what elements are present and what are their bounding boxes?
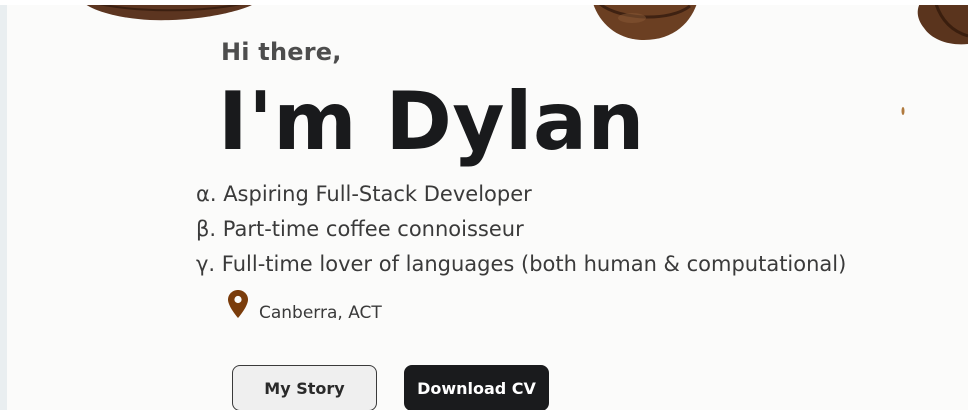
page-title: I'm Dylan (218, 75, 645, 168)
download-cv-button[interactable]: Download CV (404, 365, 549, 410)
greeting-text: Hi there, (221, 38, 342, 66)
page-top-edge (0, 0, 968, 5)
location-text: Canberra, ACT (259, 303, 382, 323)
my-story-button[interactable]: My Story (232, 365, 377, 410)
coffee-bean-fleck (901, 107, 905, 115)
page-edge (0, 0, 7, 410)
coffee-bean-image-right (592, 0, 698, 40)
tagline-item-alpha: α. Aspiring Full-Stack Developer (196, 182, 532, 206)
location: Canberra, ACT (228, 285, 382, 323)
map-pin-icon (228, 290, 248, 318)
coffee-bean-image-corner (917, 0, 968, 45)
hero-section: Hi there, I'm Dylan α. Aspiring Full-Sta… (0, 0, 968, 410)
tagline-item-beta: β. Part-time coffee connoisseur (196, 217, 524, 241)
tagline-item-gamma: γ. Full-time lover of languages (both hu… (196, 252, 847, 276)
tagline-list: α. Aspiring Full-Stack Developer β. Part… (196, 180, 846, 285)
